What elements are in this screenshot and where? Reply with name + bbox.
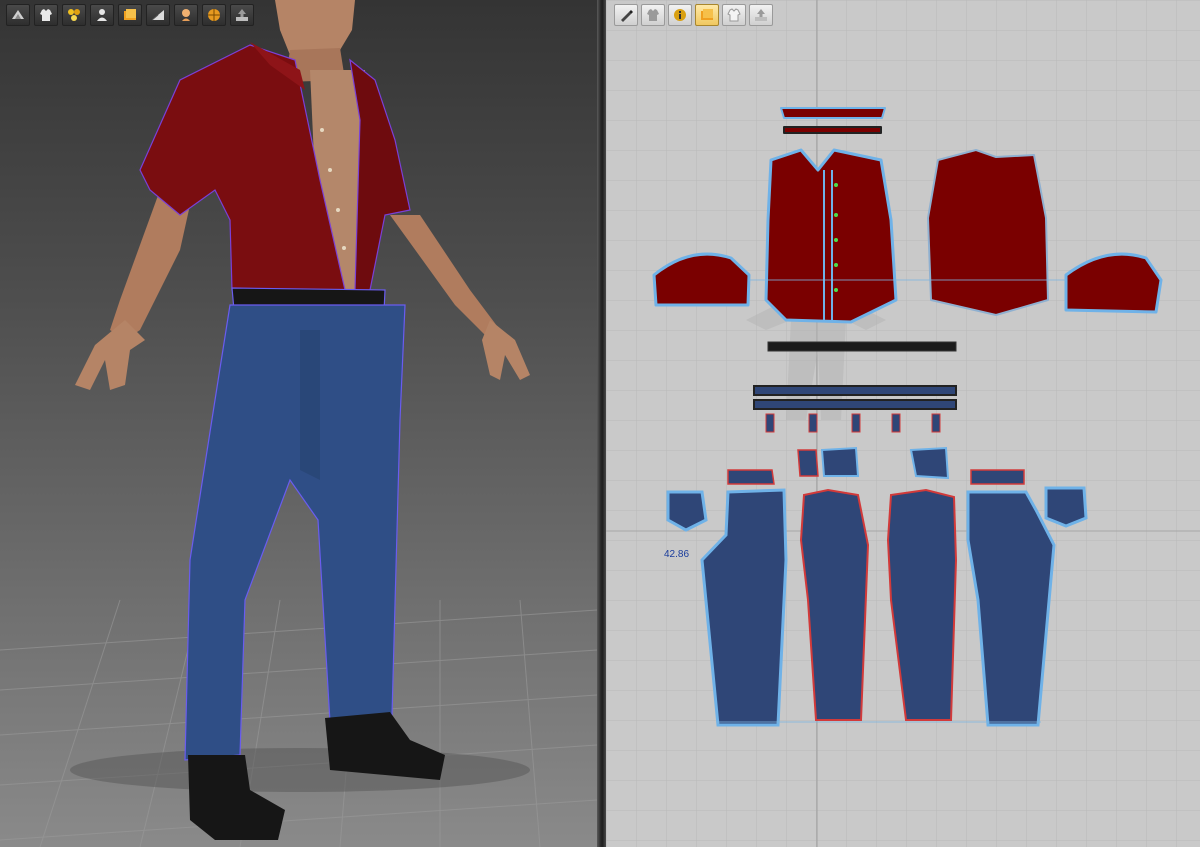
2d-toolbar-button-shirt[interactable]: [722, 4, 746, 26]
mesh-icon: [151, 10, 164, 21]
3d-toolbar-button-skin[interactable]: [174, 4, 198, 26]
floor-grid: [0, 599, 597, 847]
texture-icon: [124, 9, 136, 20]
avatar-icon: [97, 9, 107, 21]
2d-pattern-canvas[interactable]: [606, 0, 1200, 847]
collar-stand-piece[interactable]: [783, 126, 882, 134]
2d-toolbar-button-pen[interactable]: [614, 4, 638, 26]
jeans-garment[interactable]: [184, 304, 406, 761]
3d-scene[interactable]: [0, 0, 597, 847]
avatar-shadow: [70, 748, 530, 792]
2d-toolbar-button-texture[interactable]: [695, 4, 719, 26]
3d-toolbar-button-globe[interactable]: [202, 4, 226, 26]
3d-toolbar-button-texture[interactable]: [118, 4, 142, 26]
3d-toolbar-button-export[interactable]: [230, 4, 254, 26]
shirt-back-piece[interactable]: [927, 149, 1049, 316]
shirt-garment[interactable]: [139, 42, 411, 291]
viewport-splitter[interactable]: [597, 0, 606, 847]
3d-viewport[interactable]: [0, 0, 597, 847]
3d-toolbar: [6, 4, 254, 26]
garment-icon: [40, 9, 52, 21]
right-hand: [482, 320, 530, 380]
3d-toolbar-button-particle[interactable]: [62, 4, 86, 26]
left-hand: [75, 320, 145, 390]
skin-icon: [182, 9, 190, 21]
3d-toolbar-button-mesh[interactable]: [146, 4, 170, 26]
particle-icon: [68, 9, 80, 21]
2d-toolbar-button-info[interactable]: [668, 4, 692, 26]
3d-toolbar-button-simulation[interactable]: [6, 4, 30, 26]
pattern-grid: [606, 0, 1200, 847]
3d-toolbar-button-avatar[interactable]: [90, 4, 114, 26]
texture-icon: [701, 9, 713, 20]
pen-icon: [621, 10, 633, 22]
2d-pattern-viewport[interactable]: 42.86: [606, 0, 1200, 847]
collar-piece[interactable]: [780, 107, 886, 119]
globe-icon: [208, 9, 220, 21]
info-icon: [674, 9, 686, 21]
measurement-label: 42.86: [664, 549, 690, 560]
2d-toolbar-button-garment-front[interactable]: [641, 4, 665, 26]
app-window: 42.86: [0, 0, 1200, 847]
belt-piece[interactable]: [767, 341, 957, 352]
2d-toolbar-button-export[interactable]: [749, 4, 773, 26]
3d-toolbar-button-garment[interactable]: [34, 4, 58, 26]
shirt-icon: [727, 8, 741, 22]
simulation-icon: [12, 10, 24, 19]
2d-toolbar: [614, 4, 773, 26]
garment-front-icon: [647, 9, 659, 21]
export-icon: [236, 9, 248, 21]
export-icon: [755, 9, 767, 21]
